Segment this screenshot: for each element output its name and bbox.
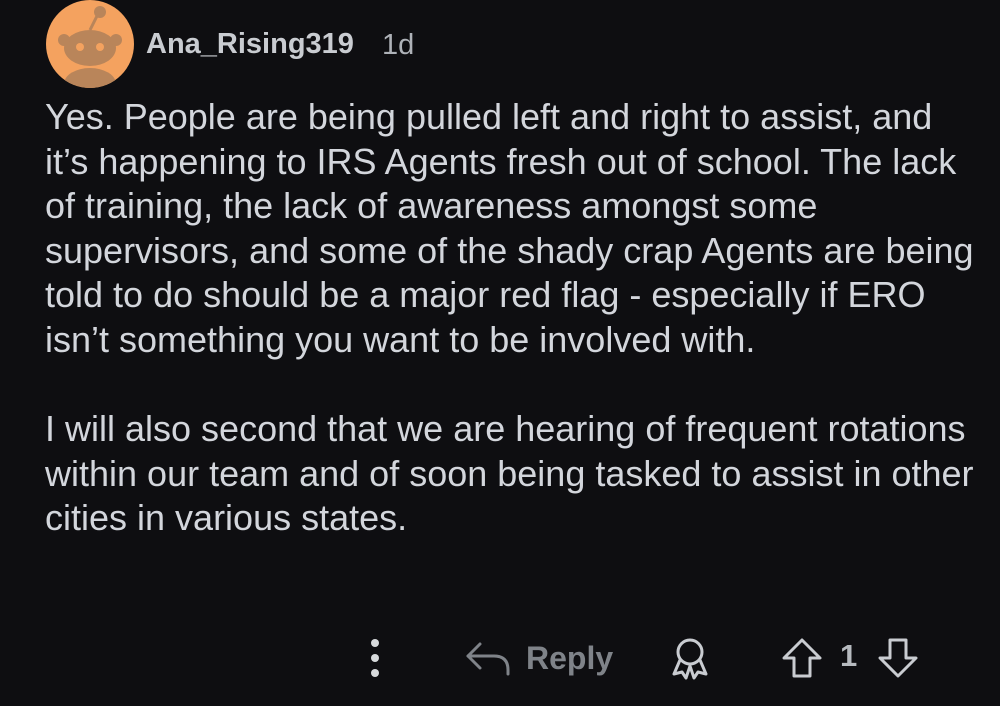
user-avatar[interactable] [46,0,134,88]
vote-score: 1 [840,638,858,673]
snoo-avatar-icon [58,6,122,88]
reply-button[interactable]: Reply [464,636,613,680]
award-button[interactable] [668,636,712,680]
comment-age: 1d [382,29,415,61]
more-options-button[interactable] [362,634,388,682]
comment-action-bar: Reply 1 [0,630,1000,686]
up-arrow-icon [782,638,822,678]
comment-card: Ana_Rising319 1d Yes. People are being p… [0,0,1000,706]
comment-paragraph: I will also second that we are hearing o… [45,408,974,538]
comment-paragraph: Yes. People are being pulled left and ri… [45,96,974,360]
comment-body: Yes. People are being pulled left and ri… [45,95,985,541]
comment-author[interactable]: Ana_Rising319 [146,28,354,61]
down-arrow-icon [878,638,918,678]
downvote-button[interactable] [876,636,920,680]
vertical-ellipsis-icon [371,639,379,677]
upvote-button[interactable] [780,636,824,680]
reply-arrow-icon [466,642,510,676]
award-icon [672,638,708,680]
reply-label: Reply [526,639,614,676]
